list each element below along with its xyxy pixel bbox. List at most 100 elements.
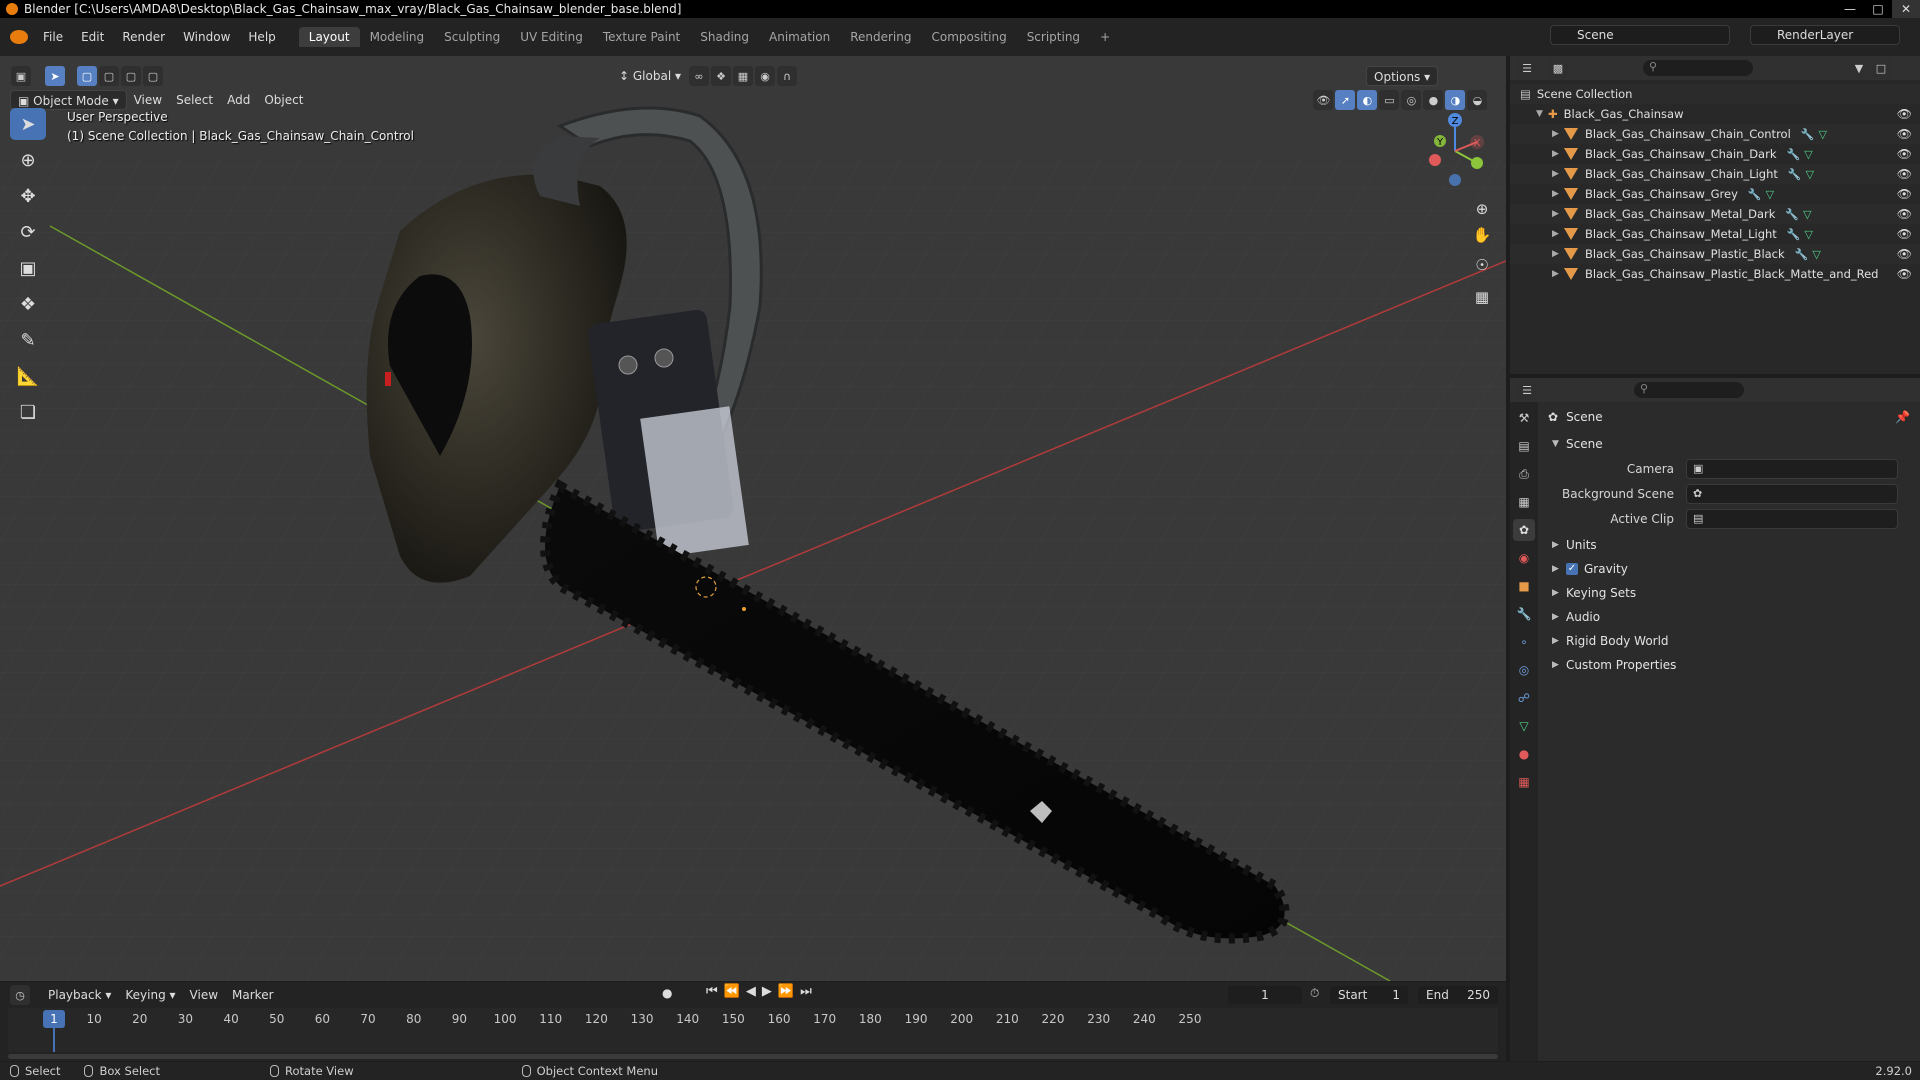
visibility-eye-icon[interactable]: 👁 [1897,107,1912,121]
visibility-eye-icon[interactable]: 👁 [1897,227,1912,241]
modifier-wrench-icon[interactable]: 🔧 [1748,188,1762,201]
mode-dropdown[interactable]: ▣ Object Mode ▾ [10,90,127,110]
minimize-button[interactable]: — [1836,0,1864,18]
physics-tab-icon[interactable]: ◎ [1513,659,1535,681]
keying-menu[interactable]: Keying ▾ [118,985,182,1005]
timer-icon[interactable]: ⏱ [1310,986,1319,1001]
start-frame-field[interactable]: Start 1 [1330,986,1408,1004]
visibility-eye-icon[interactable]: 👁 [1897,247,1912,261]
outliner-editor-icon[interactable]: ☰ [1517,58,1537,78]
menu-file[interactable]: File [34,30,72,44]
scene-selector[interactable]: Scene [1550,25,1730,45]
viewport-menu-object[interactable]: Object [257,90,310,110]
timeline-scrollbar[interactable] [8,1054,1498,1059]
gravity-panel-header[interactable]: ▶ ✓ Gravity [1540,557,1920,581]
workspace-tab-scripting[interactable]: Scripting [1017,27,1090,47]
editor-type-icon[interactable]: ▣ [11,66,31,86]
view-layer-selector[interactable]: RenderLayer [1750,25,1900,45]
audio-panel-header[interactable]: ▶ Audio [1540,605,1920,629]
transform-orientation-dropdown[interactable]: ↕ Global ▾ [612,66,688,86]
expand-triangle-icon[interactable]: ▼ [1536,109,1548,119]
annotate-tool-icon[interactable]: ✎ [10,324,46,356]
zoom-icon[interactable]: ⊕ [1469,196,1495,222]
scene-panel-header[interactable]: ▼ Scene [1540,432,1920,456]
world-tab-icon[interactable]: ◉ [1513,547,1535,569]
mesh-data-icon[interactable]: ▽ [1812,248,1820,261]
expand-triangle-icon[interactable]: ▶ [1552,269,1564,279]
outliner-row-scene-collection[interactable]: ▤ Scene Collection [1510,84,1920,104]
outliner-row-collection[interactable]: ▼ ✚ Black_Gas_Chainsaw 👁 [1510,104,1920,124]
scale-tool-icon[interactable]: ▣ [10,252,46,284]
outliner-object-row[interactable]: ▶ Black_Gas_Chainsaw_Grey 🔧 ▽ 👁 [1510,184,1920,204]
tool-tab-icon[interactable]: ⚒ [1513,407,1535,429]
scene-tab-icon[interactable]: ✿ [1513,519,1535,541]
menu-help[interactable]: Help [239,30,284,44]
expand-triangle-icon[interactable]: ▶ [1552,189,1564,199]
rotate-tool-icon[interactable]: ⟳ [10,216,46,248]
expand-triangle-icon[interactable]: ▶ [1552,249,1564,259]
overlays-toggle-icon[interactable]: ◐ [1357,90,1378,110]
visibility-eye-icon[interactable]: 👁 [1897,127,1912,141]
workspace-tab-sculpting[interactable]: Sculpting [434,27,510,47]
modifier-wrench-icon[interactable]: 🔧 [1788,168,1802,181]
viewport-menu-add[interactable]: Add [220,90,257,110]
modifier-wrench-icon[interactable]: 🔧 [1787,148,1801,161]
outliner-object-row[interactable]: ▶ Black_Gas_Chainsaw_Metal_Light 🔧 ▽ 👁 [1510,224,1920,244]
playback-controls[interactable]: ⏮⏪◀▶⏩⏭ [706,984,818,999]
pan-hand-icon[interactable]: ✋ [1469,222,1495,248]
add-cube-tool-icon[interactable]: ❏ [10,396,46,428]
modifier-wrench-icon[interactable]: 🔧 [1801,128,1815,141]
view-layer-tab-icon[interactable]: ▦ [1513,491,1535,513]
outliner-search-input[interactable]: ⚲ [1643,60,1753,76]
jump-end-icon[interactable]: ⏭ [800,984,818,999]
outliner-object-row[interactable]: ▶ Black_Gas_Chainsaw_Plastic_Black 🔧 ▽ 👁 [1510,244,1920,264]
snap-icon[interactable]: ❖ [711,66,731,86]
pin-icon[interactable]: 📌 [1895,410,1910,424]
texture-tab-icon[interactable]: ▦ [1513,771,1535,793]
viewport-menu-view[interactable]: View [127,90,169,110]
mesh-data-icon[interactable]: ▽ [1766,188,1774,201]
cursor-tool-icon[interactable]: ⊕ [10,144,46,176]
jump-start-icon[interactable]: ⏮ [706,984,724,999]
outliner-object-row[interactable]: ▶ Black_Gas_Chainsaw_Metal_Dark 🔧 ▽ 👁 [1510,204,1920,224]
workspace-tab-rendering[interactable]: Rendering [840,27,921,47]
expand-triangle-icon[interactable]: ▶ [1552,229,1564,239]
properties-editor-icon[interactable]: ☰ [1517,380,1537,400]
select-mode-subtract-icon[interactable]: ▢ [121,66,141,86]
mesh-data-icon[interactable]: ▽ [1803,208,1811,221]
filter-icon[interactable]: ▼ [1849,58,1869,78]
active-clip-field[interactable]: ▤ [1686,508,1898,529]
expand-triangle-icon[interactable]: ▶ [1552,209,1564,219]
falloff-icon[interactable]: ∩ [777,66,797,86]
marker-menu[interactable]: Marker [225,985,280,1005]
workspace-tab-compositing[interactable]: Compositing [921,27,1016,47]
playhead-frame[interactable]: 1 [43,1010,65,1028]
rigid-body-world-panel-header[interactable]: ▶ Rigid Body World [1540,629,1920,653]
mesh-data-icon[interactable]: ▽ [1805,228,1813,241]
menu-edit[interactable]: Edit [72,30,113,44]
properties-search-input[interactable]: ⚲ [1634,382,1744,398]
constraints-tab-icon[interactable]: ☍ [1513,687,1535,709]
workspace-tab-modeling[interactable]: Modeling [360,27,435,47]
display-mode-icon[interactable]: ▩ [1548,58,1568,78]
visibility-eye-icon[interactable]: 👁 [1897,167,1912,181]
modifier-wrench-icon[interactable]: 🔧 [1787,228,1801,241]
select-mode-extend-icon[interactable]: ▢ [99,66,119,86]
camera-field[interactable]: ▣ [1686,458,1898,479]
timeline-view-menu[interactable]: View [183,985,225,1005]
proportional-edit-icon[interactable]: ◉ [755,66,775,86]
ortho-toggle-icon[interactable]: ▦ [1469,284,1495,310]
background-scene-field[interactable]: ✿ [1686,483,1898,504]
outliner-object-row[interactable]: ▶ Black_Gas_Chainsaw_Chain_Dark 🔧 ▽ 👁 [1510,144,1920,164]
mesh-data-icon[interactable]: ▽ [1818,128,1826,141]
particles-tab-icon[interactable]: ∘ [1513,631,1535,653]
select-mode-intersect-icon[interactable]: ▢ [143,66,163,86]
viewport-menu-select[interactable]: Select [169,90,220,110]
pivot-point-icon[interactable]: ∞ [689,66,709,86]
select-mode-new-icon[interactable]: ▢ [77,66,97,86]
expand-triangle-icon[interactable]: ▶ [1552,169,1564,179]
snap-target-icon[interactable]: ▦ [733,66,753,86]
outliner-object-row[interactable]: ▶ Black_Gas_Chainsaw_Plastic_Black_Matte_… [1510,264,1920,284]
select-box-tool-icon[interactable]: ➤ [10,108,46,140]
render-tab-icon[interactable]: ▤ [1513,435,1535,457]
